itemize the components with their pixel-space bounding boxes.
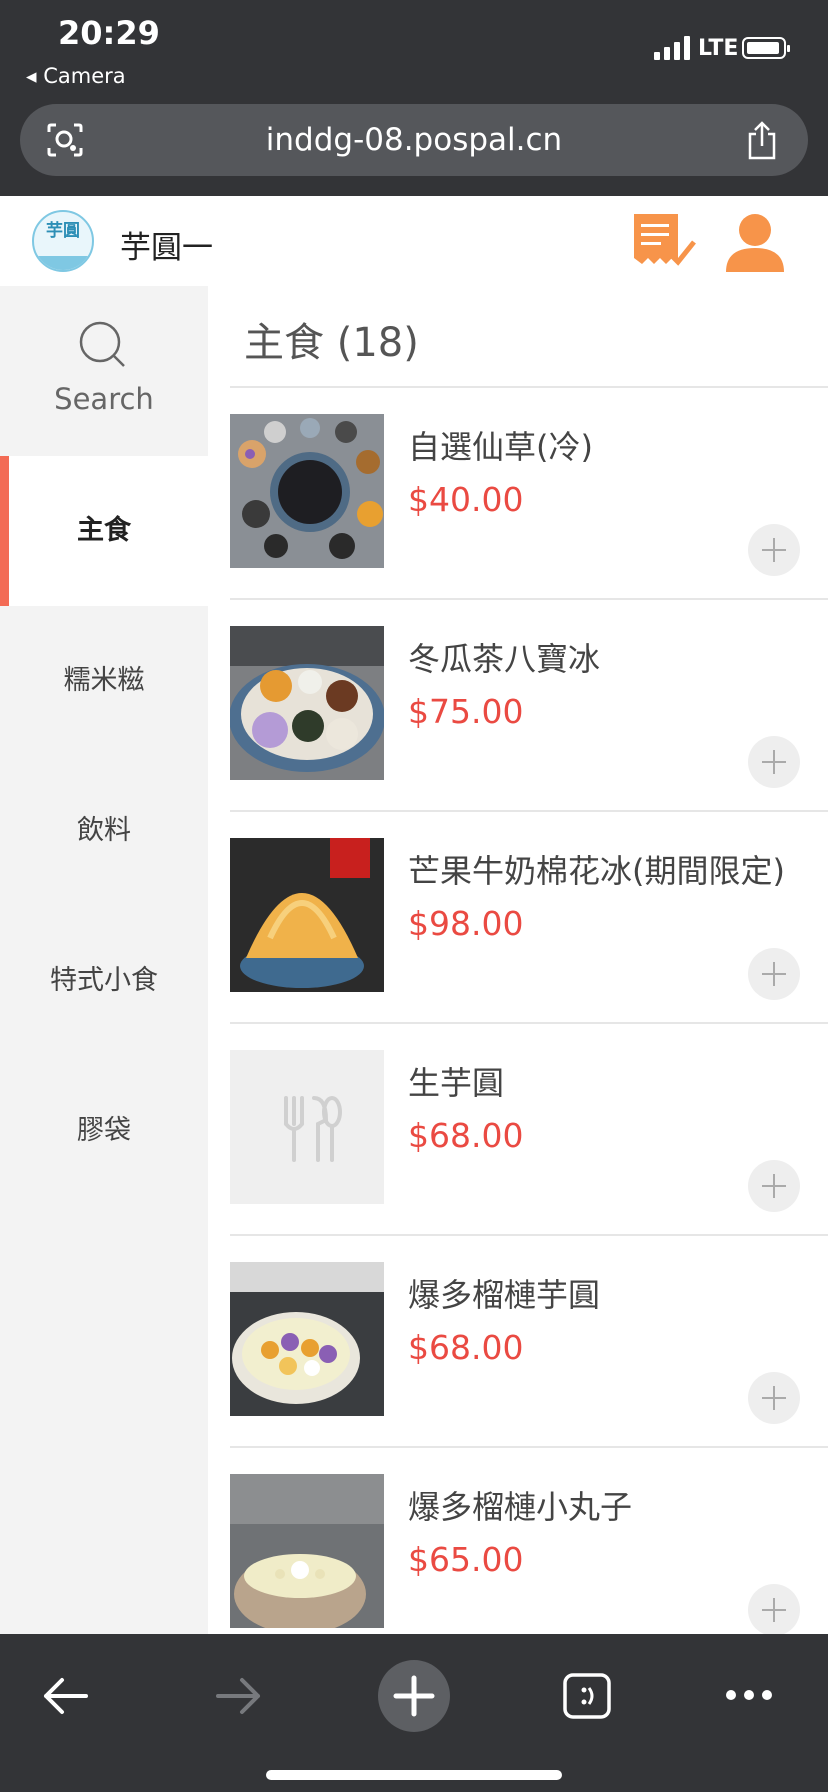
sidebar-category-bags[interactable]: 膠袋 [0, 1056, 208, 1206]
product-image [230, 626, 384, 780]
shop-logo: 芋圓 [32, 210, 94, 272]
category-sidebar: Search 主食 糯米糍 飲料 特式小食 膠袋 [0, 286, 208, 1634]
shop-name: 芋圓一 [120, 230, 213, 266]
product-name: 爆多榴槤小丸子 [408, 1488, 633, 1526]
lens-icon[interactable] [46, 122, 84, 158]
back-arrow-icon[interactable] [40, 1676, 90, 1716]
back-to-app-link[interactable]: ◂ Camera [26, 64, 126, 88]
product-price: $68.00 [408, 1116, 524, 1155]
product-price: $75.00 [408, 692, 524, 731]
logo-text: 芋圓 [46, 221, 80, 241]
product-price: $65.00 [408, 1540, 524, 1579]
sidebar-category-drinks[interactable]: 飲料 [0, 756, 208, 906]
plus-icon [393, 1675, 435, 1717]
search-label: Search [54, 382, 154, 416]
logo-band [34, 256, 92, 270]
shop-header: 芋圓 芋圓一 [0, 196, 828, 286]
home-indicator [266, 1770, 562, 1780]
product-name: 生芋圓 [408, 1064, 505, 1102]
product-image [230, 1474, 384, 1628]
add-to-cart-button[interactable] [748, 524, 800, 576]
more-icon[interactable] [724, 1688, 774, 1702]
sidebar-category-snacks[interactable]: 特式小食 [0, 906, 208, 1056]
tabs-icon[interactable] [562, 1672, 612, 1720]
product-price: $98.00 [408, 904, 524, 943]
search-icon [79, 321, 125, 367]
product-image [230, 414, 384, 568]
product-name: 爆多榴槤芋圓 [408, 1276, 601, 1314]
product-item[interactable]: 爆多榴槤芋圓 $68.00 [208, 1236, 828, 1448]
add-to-cart-button[interactable] [748, 1160, 800, 1212]
product-item[interactable]: 芒果牛奶棉花冰(期間限定) $98.00 [208, 812, 828, 1024]
share-icon[interactable] [744, 120, 780, 160]
product-item[interactable]: 生芋圓 $68.00 [208, 1024, 828, 1236]
battery-icon [742, 37, 790, 59]
url-text[interactable]: inddg-08.pospal.cn [20, 104, 808, 176]
product-name: 芒果牛奶棉花冰(期間限定) [408, 852, 785, 890]
search-button[interactable]: Search [0, 286, 208, 456]
product-item[interactable]: 爆多榴槤小丸子 $65.00 [208, 1448, 828, 1634]
product-list: 主食 (18) 自選仙草(冷) $40.00 冬瓜茶八寶冰 $75.00 芒果牛… [208, 286, 828, 1634]
product-name: 自選仙草(冷) [408, 428, 593, 466]
add-to-cart-button[interactable] [748, 1372, 800, 1424]
status-time: 20:29 [58, 14, 160, 52]
user-icon[interactable] [724, 212, 786, 272]
product-name: 冬瓜茶八寶冰 [408, 640, 601, 678]
forward-arrow-icon[interactable] [214, 1676, 264, 1716]
address-bar[interactable]: inddg-08.pospal.cn [20, 104, 808, 176]
browser-chrome: 20:29 ◂ Camera LTE inddg-08.pospal.cn [0, 0, 828, 196]
sidebar-category-main[interactable]: 主食 [0, 456, 208, 606]
product-price: $40.00 [408, 480, 524, 519]
network-type: LTE [698, 36, 739, 61]
add-to-cart-button[interactable] [748, 736, 800, 788]
product-image [230, 838, 384, 992]
add-to-cart-button[interactable] [748, 948, 800, 1000]
product-item[interactable]: 冬瓜茶八寶冰 $75.00 [208, 600, 828, 812]
product-price: $68.00 [408, 1328, 524, 1367]
add-to-cart-button[interactable] [748, 1584, 800, 1634]
product-item[interactable]: 自選仙草(冷) $40.00 [208, 388, 828, 600]
orders-icon[interactable] [632, 212, 696, 274]
category-title: 主食 (18) [244, 320, 419, 366]
new-tab-button[interactable] [378, 1660, 450, 1732]
sidebar-category-mochi[interactable]: 糯米糍 [0, 606, 208, 756]
browser-toolbar [0, 1634, 828, 1792]
signal-icon [654, 36, 690, 60]
cutlery-placeholder-icon [230, 1050, 384, 1204]
product-image [230, 1262, 384, 1416]
